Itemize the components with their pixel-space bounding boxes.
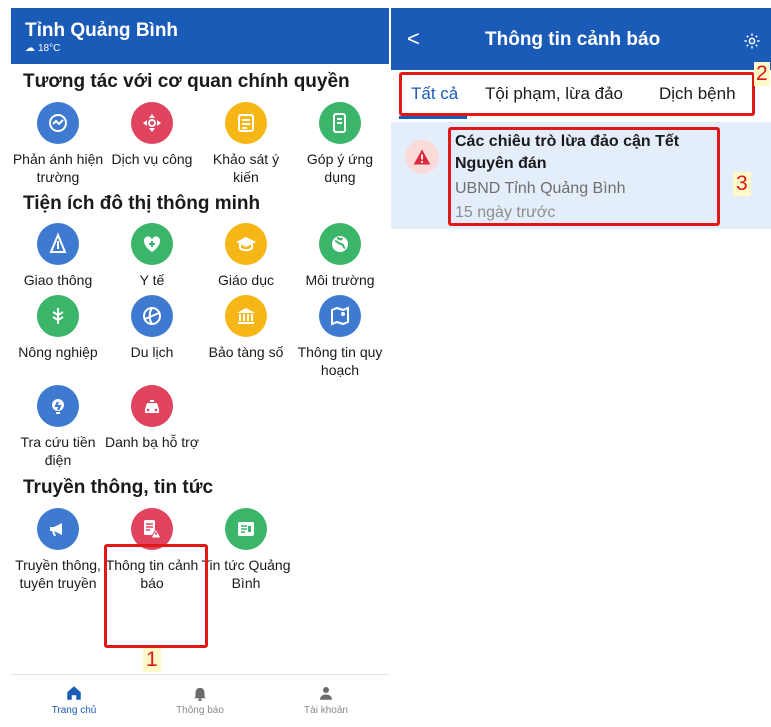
menu-item-tourism[interactable]: Du lịch xyxy=(105,295,199,379)
menu-item-app-feedback[interactable]: Góp ý ứng dụng xyxy=(293,102,387,186)
section-title-smart-city: Tiện ích đô thị thông minh xyxy=(23,193,261,214)
nav-account-label: Tài khoản xyxy=(304,705,348,716)
electricity-icon xyxy=(37,385,79,427)
section-title-media-news: Truyền thông, tin tức xyxy=(23,477,214,498)
menu-item-health[interactable]: Y tế xyxy=(105,223,199,289)
menu-item-agriculture[interactable]: Nông nghiệp xyxy=(11,295,105,379)
menu-item-label: Truyền thông, tuyên truyền xyxy=(15,557,101,591)
menu-item-label: Tin tức Quảng Bình xyxy=(201,557,291,591)
menu-item-label: Du lịch xyxy=(130,344,174,360)
weather-widget: ☁ 18°C xyxy=(25,43,375,55)
health-icon xyxy=(131,223,173,265)
feedback-icon xyxy=(319,102,361,144)
bell-icon xyxy=(194,687,206,702)
temperature: 18°C xyxy=(38,43,61,54)
menu-item-traffic[interactable]: Giao thông xyxy=(11,223,105,289)
menu-item-label: Giáo dục xyxy=(217,272,275,288)
public-service-icon xyxy=(131,102,173,144)
nav-home-label: Trang chủ xyxy=(51,705,97,716)
nav-notifications[interactable]: Thông báo xyxy=(137,675,263,727)
menu-item-environment[interactable]: Môi trường xyxy=(293,223,387,289)
museum-icon xyxy=(225,295,267,337)
planning-map-icon xyxy=(319,295,361,337)
nav-home[interactable]: Trang chủ xyxy=(11,675,137,727)
back-icon[interactable]: < xyxy=(407,28,420,50)
menu-item-survey[interactable]: Khảo sát ý kiến xyxy=(199,102,293,186)
menu-item-public-service[interactable]: Dịch vụ công xyxy=(105,102,199,186)
menu-item-education[interactable]: Giáo dục xyxy=(199,223,293,289)
traffic-icon xyxy=(37,223,79,265)
menu-item-label: Tra cứu tiền điện xyxy=(20,434,96,468)
menu-item-label: Thông tin quy hoạch xyxy=(297,344,383,378)
menu-item-planning-info[interactable]: Thông tin quy hoạch xyxy=(293,295,387,379)
nav-notifications-label: Thông báo xyxy=(176,705,224,716)
tourism-icon xyxy=(131,295,173,337)
menu-item-label: Góp ý ứng dụng xyxy=(306,151,374,185)
highlight-box-1 xyxy=(104,544,208,648)
menu-item-support-directory[interactable]: Danh bạ hỗ trợ xyxy=(105,385,199,469)
gear-icon[interactable] xyxy=(743,32,761,50)
home-icon xyxy=(67,686,81,700)
environment-icon xyxy=(319,223,361,265)
education-icon xyxy=(225,223,267,265)
menu-item-media-propaganda[interactable]: Truyền thông, tuyên truyền xyxy=(11,508,105,592)
menu-item-label: Khảo sát ý kiến xyxy=(212,151,280,185)
step-number-1: 1 xyxy=(143,648,161,672)
warning-header: < Thông tin cảnh báo xyxy=(391,8,771,70)
step-number-2: 2 xyxy=(754,62,770,86)
menu-item-label: Bảo tàng số xyxy=(208,344,284,360)
menu-item-field-report[interactable]: Phản ánh hiện trường xyxy=(11,102,105,186)
menu-item-digital-museum[interactable]: Bảo tàng số xyxy=(199,295,293,379)
menu-item-label: Y tế xyxy=(139,272,165,288)
menu-item-label: Danh bạ hỗ trợ xyxy=(105,434,200,450)
section-title-government: Tương tác với cơ quan chính quyền xyxy=(23,71,350,92)
agriculture-icon xyxy=(37,295,79,337)
megaphone-icon xyxy=(37,508,79,550)
screen-title: Thông tin cảnh báo xyxy=(485,29,661,50)
user-icon xyxy=(320,687,332,700)
survey-icon xyxy=(225,102,267,144)
warning-icon xyxy=(405,140,439,174)
menu-item-label: Nông nghiệp xyxy=(18,344,98,360)
province-title: Tỉnh Quảng Bình xyxy=(25,20,179,41)
taxi-icon xyxy=(131,385,173,427)
highlight-box-3 xyxy=(448,127,720,226)
nav-account[interactable]: Tài khoản xyxy=(263,675,389,727)
cloud-icon: ☁ xyxy=(25,43,35,54)
news-icon xyxy=(225,508,267,550)
home-header: Tỉnh Quảng Bình ☁ 18°C xyxy=(11,8,389,64)
menu-item-electricity-lookup[interactable]: Tra cứu tiền điện xyxy=(11,385,105,469)
highlight-box-2 xyxy=(399,72,755,116)
menu-item-label: Dịch vụ công xyxy=(111,151,193,167)
step-number-3: 3 xyxy=(733,172,751,196)
menu-item-label: Phản ánh hiện trường xyxy=(12,151,104,185)
menu-item-quangbinh-news[interactable]: Tin tức Quảng Bình xyxy=(199,508,293,592)
menu-item-label: Môi trường xyxy=(305,272,375,288)
report-icon xyxy=(37,102,79,144)
bottom-navigation: Trang chủ Thông báo Tài khoản xyxy=(11,674,389,727)
active-tab-indicator xyxy=(399,116,467,119)
menu-item-label: Giao thông xyxy=(23,272,93,288)
